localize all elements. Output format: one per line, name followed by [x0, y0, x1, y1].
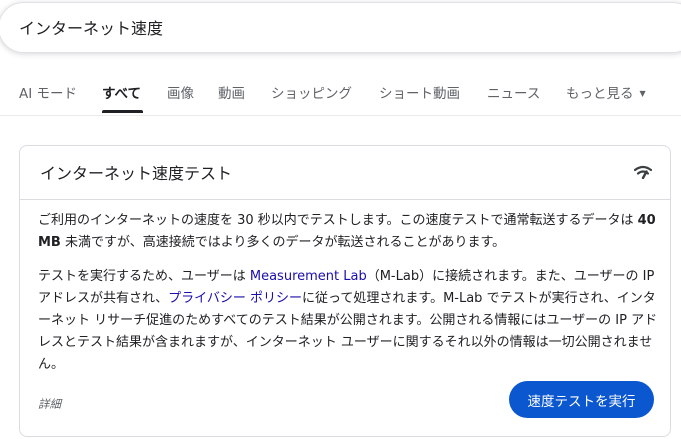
- speed-test-card: インターネット速度テスト ご利用のインターネットの速度を 30 秒以内でテストし…: [19, 145, 671, 437]
- tab-shopping[interactable]: ショッピング: [271, 84, 352, 104]
- tab-more-label: もっと見る: [566, 86, 634, 102]
- search-query[interactable]: インターネット速度: [19, 18, 163, 40]
- description-text: ご利用のインターネットの速度を 30 秒以内でテストします。この速度テストで通常…: [38, 213, 638, 228]
- card-header: インターネット速度テスト: [20, 146, 670, 200]
- card-title: インターネット速度テスト: [40, 164, 233, 183]
- description-text-end: 未満ですが、高速接続ではより多くのデータが転送されることがあります。: [60, 235, 506, 250]
- wifi-speed-icon: [634, 165, 652, 179]
- active-tab-indicator: [102, 110, 143, 113]
- tab-images[interactable]: 画像: [167, 84, 194, 104]
- search-bar[interactable]: インターネット速度: [0, 2, 681, 53]
- measurement-lab-link[interactable]: Measurement Lab: [250, 269, 367, 284]
- description-paragraph: ご利用のインターネットの速度を 30 秒以内でテストします。この速度テストで通常…: [38, 210, 660, 254]
- tab-more[interactable]: もっと見る ▼: [566, 84, 646, 104]
- tabs-divider: [0, 115, 681, 116]
- tab-short-videos[interactable]: ショート動画: [379, 84, 460, 104]
- details-link[interactable]: 詳細: [38, 396, 61, 412]
- search-tabs: AI モード すべて 画像 動画 ショッピング ショート動画 ニュース もっと見…: [0, 70, 681, 116]
- tab-news[interactable]: ニュース: [487, 84, 540, 104]
- tab-all[interactable]: すべて: [102, 84, 141, 104]
- tab-videos[interactable]: 動画: [218, 84, 245, 104]
- run-speed-test-button[interactable]: 速度テストを実行: [509, 381, 654, 418]
- tab-ai-mode[interactable]: AI モード: [19, 84, 77, 104]
- chevron-down-icon: ▼: [639, 89, 646, 98]
- privacy-policy-link[interactable]: プライバシー ポリシー: [168, 291, 302, 306]
- privacy-text-start: テストを実行するため、ユーザーは: [38, 269, 250, 284]
- privacy-paragraph: テストを実行するため、ユーザーは Measurement Lab（M-Lab）に…: [38, 266, 660, 376]
